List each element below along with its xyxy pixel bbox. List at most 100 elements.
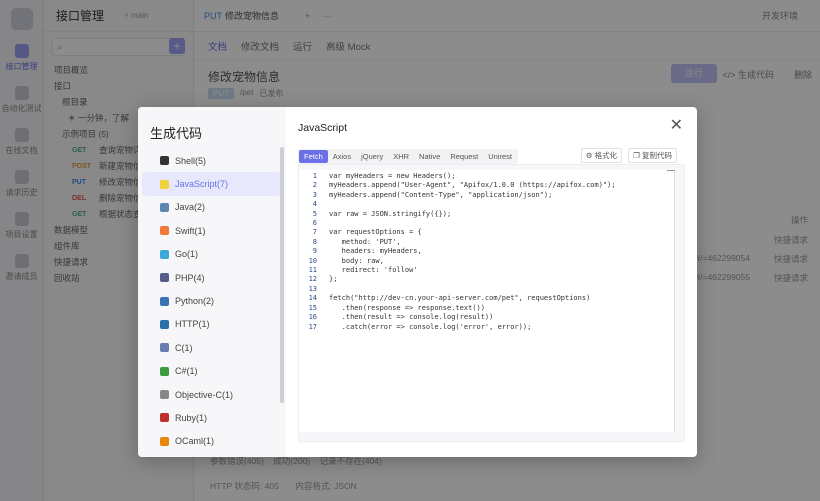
javascript-icon <box>160 179 169 189</box>
close-icon[interactable]: ✕ <box>670 118 683 134</box>
code-line: 16 .then(result => console.log(result)) <box>299 313 674 322</box>
code-text: redirect: 'follow' <box>329 266 418 275</box>
code-line: 4 <box>299 200 674 209</box>
format-icon: ⚙ <box>585 151 593 160</box>
library-tab[interactable]: Request <box>445 150 483 163</box>
line-number: 14 <box>308 294 317 303</box>
code-line: 13 <box>299 285 674 294</box>
ruby-icon <box>160 413 169 423</box>
code-line: 7 var requestOptions = { <box>299 228 674 237</box>
code-line: 1 var myHeaders = new Headers(); <box>299 172 674 181</box>
language-item[interactable]: Ruby(1) <box>142 406 280 429</box>
code-line: 3 myHeaders.append("Content-Type", "appli… <box>299 191 674 200</box>
code-text: var raw = JSON.stringify({}); <box>329 209 452 218</box>
code-text: var myHeaders = new Headers(); <box>329 172 456 180</box>
http-icon <box>160 319 169 329</box>
language-label: HTTP(1) <box>175 319 210 330</box>
line-number: 11 <box>308 266 317 275</box>
code-line: 9 headers: myHeaders, <box>299 247 674 256</box>
library-bar: Fetch Axios jQuery XHR Native Request Unirest … <box>298 148 685 164</box>
generate-code-modal: 生成代码 Shell(5) JavaScript(7) Java(2) Swift(1… <box>138 107 697 457</box>
language-label: Python(2) <box>175 296 215 307</box>
format-label: 格式化 <box>594 151 618 160</box>
language-label: Java(2) <box>175 202 206 213</box>
line-number: 2 <box>312 181 317 190</box>
line-number: 1 <box>312 172 317 180</box>
content-title: JavaScript <box>298 122 348 134</box>
ocaml-icon <box>160 436 169 446</box>
shell-icon <box>160 156 169 166</box>
code-text: myHeaders.append("User-Agent", "Apifox/1… <box>329 181 616 190</box>
line-number: 8 <box>312 237 317 246</box>
code-editor[interactable]: 1 var myHeaders = new Headers(); 2 myHeader… <box>299 170 675 432</box>
line-number: 4 <box>312 200 317 209</box>
c-icon <box>160 343 169 353</box>
line-number: 6 <box>312 219 317 228</box>
csharp-icon <box>160 366 169 376</box>
code-text: var requestOptions = { <box>329 228 422 237</box>
code-box: 1 var myHeaders = new Headers(); 2 myHeader… <box>298 164 685 442</box>
language-item[interactable]: OCaml(1) <box>142 430 280 453</box>
language-item[interactable]: Go(1) <box>142 243 280 266</box>
line-number: 5 <box>312 209 317 218</box>
language-item[interactable]: JavaScript(7) <box>142 172 280 196</box>
library-tab[interactable]: Native <box>414 150 445 163</box>
language-sidebar: 生成代码 Shell(5) JavaScript(7) Java(2) Swift(1… <box>138 107 286 457</box>
language-item[interactable]: PHP(4) <box>142 266 280 289</box>
language-item[interactable]: C#(1) <box>142 360 280 383</box>
line-number: 17 <box>308 322 317 331</box>
language-item[interactable]: Python(2) <box>142 289 280 312</box>
line-number: 15 <box>308 303 317 312</box>
code-line: 6 <box>299 219 674 228</box>
language-label: Shell(5) <box>175 155 207 166</box>
language-item[interactable]: Shell(5) <box>142 149 280 172</box>
code-actions: ⚙ 格式化 ❐ 复制代码 <box>580 148 677 163</box>
language-item[interactable]: HTTP(1) <box>142 313 280 336</box>
code-line: 8 method: 'PUT', <box>299 238 674 247</box>
copy-icon: ❐ <box>633 151 640 160</box>
line-number: 13 <box>308 284 317 293</box>
editor-scroll-marker <box>667 170 675 171</box>
language-label: PHP(4) <box>175 272 205 283</box>
code-line: 12}; <box>299 275 674 284</box>
code-line: 2 myHeaders.append("User-Agent", "Apifox/… <box>299 181 674 190</box>
line-number: 16 <box>308 313 317 322</box>
language-label: JavaScript(7) <box>175 179 229 190</box>
sidebar-scrollbar[interactable] <box>280 147 284 403</box>
library-tab[interactable]: Axios <box>328 150 356 163</box>
code-text: .then(result => console.log(result)) <box>329 313 494 322</box>
code-listing: 1 var myHeaders = new Headers(); 2 myHeader… <box>299 170 674 332</box>
language-item[interactable]: Objective-C(1) <box>142 383 280 406</box>
library-tab[interactable]: jQuery <box>356 150 388 163</box>
language-item[interactable]: C(1) <box>142 336 280 359</box>
line-number: 12 <box>308 275 317 284</box>
language-item[interactable]: Java(2) <box>142 196 280 219</box>
code-text: .catch(error => console.log('error', err… <box>329 322 532 331</box>
php-icon <box>160 273 169 283</box>
line-number: 3 <box>312 190 317 199</box>
code-line: 11 redirect: 'follow' <box>299 266 674 275</box>
format-button[interactable]: ⚙ 格式化 <box>580 148 623 163</box>
language-label: Objective-C(1) <box>175 389 234 400</box>
line-number: 7 <box>312 228 317 237</box>
language-label: OCaml(1) <box>175 436 215 447</box>
code-text: method: 'PUT', <box>329 237 401 246</box>
library-tab[interactable]: XHR <box>388 150 414 163</box>
language-list: Shell(5) JavaScript(7) Java(2) Swift(1) Go(1… <box>138 149 286 453</box>
language-item[interactable]: Swift(1) <box>142 219 280 242</box>
language-label: C#(1) <box>175 366 198 377</box>
library-tabs: Fetch Axios jQuery XHR Native Request Unirest <box>298 148 519 164</box>
code-line: 17 .catch(error => console.log('error', … <box>299 323 674 332</box>
code-text: body: raw, <box>329 256 384 265</box>
library-tab[interactable]: Fetch <box>299 149 328 163</box>
python-icon <box>160 296 169 306</box>
copy-code-button[interactable]: ❐ 复制代码 <box>628 148 677 163</box>
java-icon <box>160 202 169 212</box>
code-text: fetch("http://dev-cn.your-api-server.com… <box>329 294 591 303</box>
library-tab[interactable]: Unirest <box>483 150 517 163</box>
objective-c-icon <box>160 390 169 400</box>
code-panel: JavaScript ✕ Fetch Axios jQuery XHR Native Re… <box>286 107 697 457</box>
language-label: Swift(1) <box>175 225 206 236</box>
go-icon <box>160 249 169 259</box>
language-label: Go(1) <box>175 249 199 260</box>
